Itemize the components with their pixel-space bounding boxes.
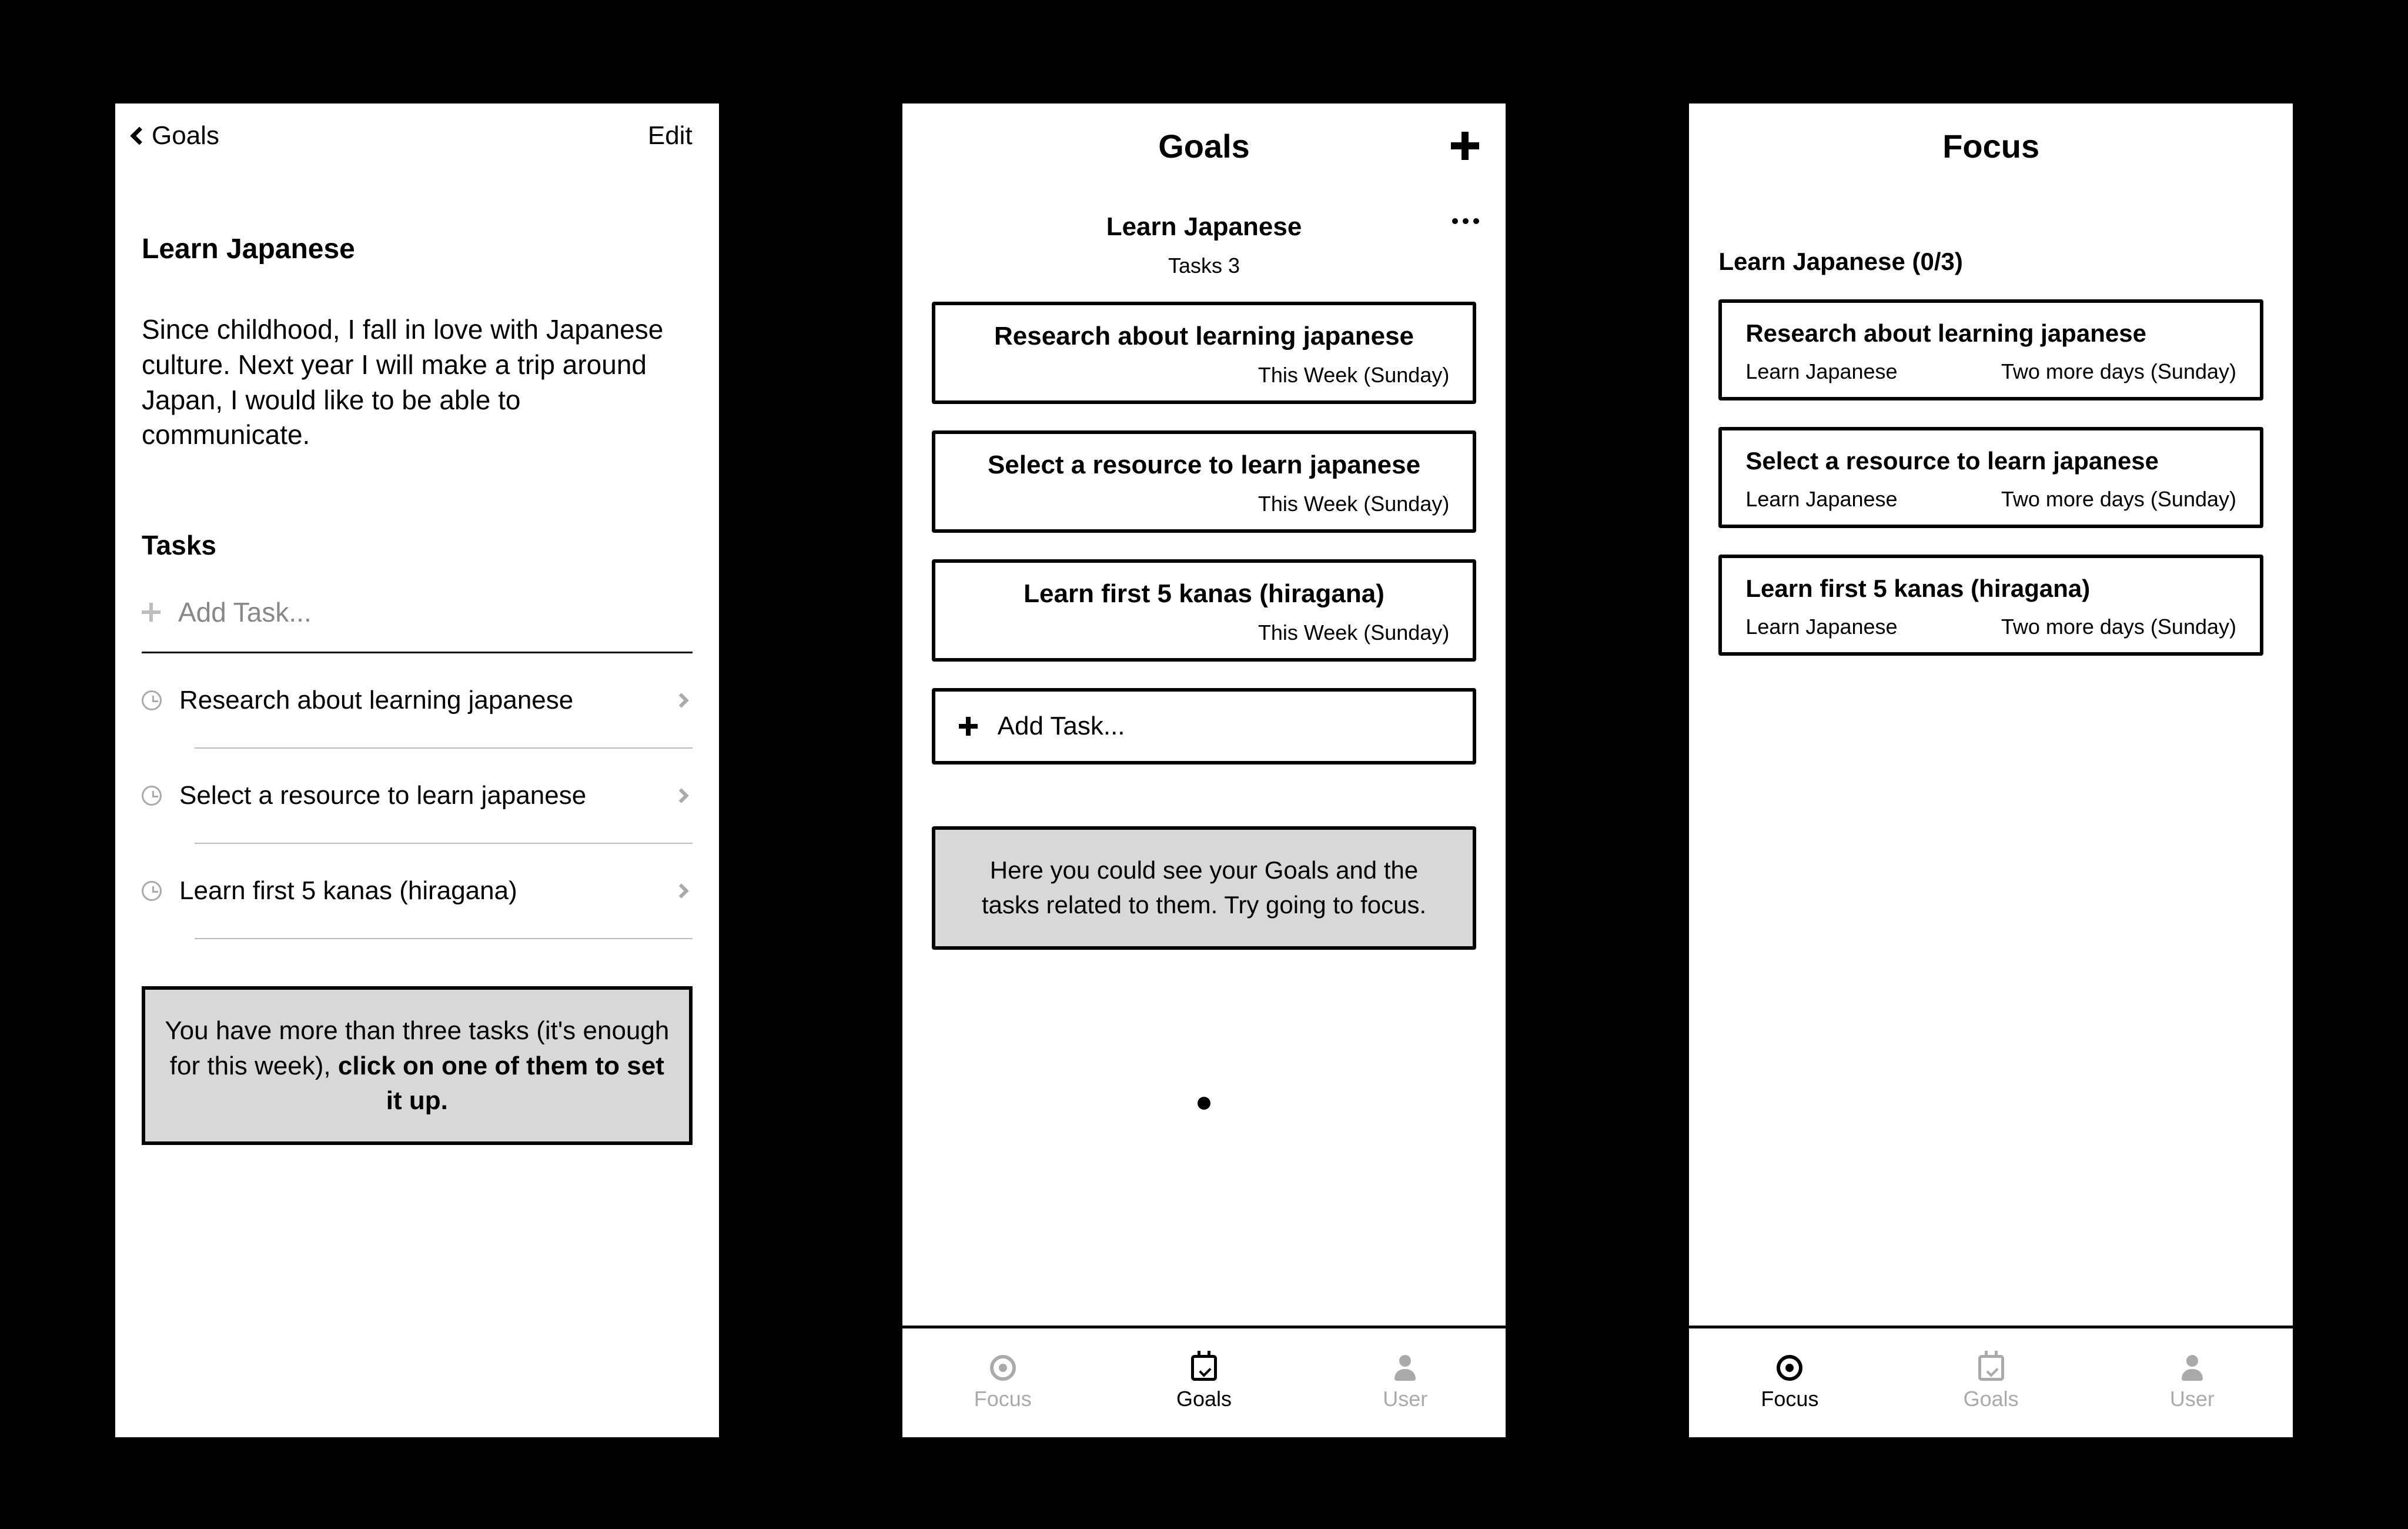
focus-task-card[interactable]: Learn first 5 kanas (hiragana) Learn Jap… — [1718, 555, 2263, 656]
tab-label: Goals — [1964, 1387, 2019, 1411]
goal-name: Learn Japanese — [1106, 212, 1302, 241]
task-count: Tasks 3 — [902, 253, 1506, 278]
clock-icon — [142, 881, 162, 901]
task-label: Select a resource to learn japanese — [179, 781, 658, 810]
focus-screen: Focus Learn Japanese (0/3) Research abou… — [1685, 100, 2296, 1441]
add-task-card[interactable]: Add Task... — [932, 688, 1477, 764]
task-due: Two more days (Sunday) — [2001, 359, 2236, 384]
tab-goals[interactable]: Goals — [1891, 1328, 2092, 1437]
clock-icon — [142, 786, 162, 806]
user-icon — [2179, 1355, 2205, 1381]
task-due: This Week (Sunday) — [959, 620, 1450, 645]
task-title: Select a resource to learn japanese — [1745, 447, 2236, 475]
tab-focus[interactable]: Focus — [902, 1328, 1103, 1437]
tab-goals[interactable]: Goals — [1103, 1328, 1305, 1437]
chevron-right-icon — [674, 693, 688, 707]
task-goal: Learn Japanese — [1745, 487, 1897, 512]
tab-label: Focus — [974, 1387, 1032, 1411]
tasks-heading: Tasks — [142, 529, 693, 561]
add-task-button[interactable]: Add Task... — [142, 585, 693, 653]
screen-header: Focus — [1689, 104, 2293, 189]
page-indicator — [1198, 1097, 1210, 1110]
goal-detail-screen: Goals Edit Learn Japanese Since childhoo… — [112, 100, 723, 1441]
plus-icon — [959, 717, 978, 736]
edit-button[interactable]: Edit — [648, 121, 693, 151]
goals-icon — [1978, 1355, 2004, 1381]
screen-header: Goals — [902, 104, 1506, 189]
task-title: Learn first 5 kanas (hiragana) — [1745, 575, 2236, 603]
goal-name-row: Learn Japanese — [902, 189, 1506, 242]
add-goal-button[interactable] — [1451, 132, 1479, 160]
focus-icon — [1777, 1355, 1802, 1381]
task-row[interactable]: Select a resource to learn japanese — [142, 749, 693, 843]
tip-card: Here you could see your Goals and the ta… — [932, 826, 1477, 950]
tab-bar: Focus Goals User — [902, 1326, 1506, 1437]
goal-progress: Learn Japanese (0/3) — [1689, 189, 2293, 276]
tab-label: User — [1383, 1387, 1427, 1411]
goals-icon — [1191, 1355, 1217, 1381]
goal-title: Learn Japanese — [142, 233, 693, 265]
task-due: This Week (Sunday) — [959, 492, 1450, 516]
task-due: This Week (Sunday) — [959, 363, 1450, 388]
task-due: Two more days (Sunday) — [2001, 615, 2236, 639]
task-label: Research about learning japanese — [179, 686, 658, 715]
task-title: Learn first 5 kanas (hiragana) — [959, 579, 1450, 609]
task-card[interactable]: Research about learning japanese This We… — [932, 302, 1477, 404]
focus-task-card[interactable]: Research about learning japanese Learn J… — [1718, 299, 2263, 400]
chevron-right-icon — [674, 883, 688, 898]
task-card[interactable]: Learn first 5 kanas (hiragana) This Week… — [932, 559, 1477, 662]
tab-label: Goals — [1176, 1387, 1232, 1411]
clock-icon — [142, 690, 162, 710]
task-due: Two more days (Sunday) — [2001, 487, 2236, 512]
tab-user[interactable]: User — [1305, 1328, 1506, 1437]
hint-box: You have more than three tasks (it's eno… — [142, 986, 693, 1145]
task-label: Learn first 5 kanas (hiragana) — [179, 876, 658, 906]
focus-icon — [990, 1355, 1016, 1381]
page-title: Focus — [1942, 128, 2039, 165]
task-title: Research about learning japanese — [1745, 319, 2236, 348]
back-label: Goals — [152, 121, 219, 151]
focus-task-card[interactable]: Select a resource to learn japanese Lear… — [1718, 427, 2263, 528]
goal-description: Since childhood, I fall in love with Jap… — [142, 312, 693, 453]
task-title: Research about learning japanese — [959, 322, 1450, 351]
tab-user[interactable]: User — [2092, 1328, 2293, 1437]
goals-list-screen: Goals Learn Japanese Tasks 3 Research ab… — [899, 100, 1510, 1441]
add-task-label: Add Task... — [998, 712, 1125, 741]
task-title: Select a resource to learn japanese — [959, 450, 1450, 480]
add-task-placeholder: Add Task... — [178, 596, 312, 628]
tab-bar: Focus Goals User — [1689, 1326, 2293, 1437]
chevron-right-icon — [674, 788, 688, 803]
tab-focus[interactable]: Focus — [1689, 1328, 1890, 1437]
task-goal: Learn Japanese — [1745, 359, 1897, 384]
hint-bold: click on one of them to set it up. — [338, 1051, 664, 1115]
task-goal: Learn Japanese — [1745, 615, 1897, 639]
tab-label: User — [2170, 1387, 2215, 1411]
back-button[interactable]: Goals — [133, 121, 219, 151]
task-card[interactable]: Select a resource to learn japanese This… — [932, 430, 1477, 533]
tab-label: Focus — [1761, 1387, 1818, 1411]
task-row[interactable]: Learn first 5 kanas (hiragana) — [142, 844, 693, 938]
user-icon — [1392, 1355, 1418, 1381]
more-menu-button[interactable] — [1452, 218, 1479, 224]
page-title: Goals — [1158, 128, 1250, 165]
chevron-left-icon — [130, 126, 148, 145]
plus-icon — [142, 603, 160, 622]
divider — [195, 938, 693, 939]
task-row[interactable]: Research about learning japanese — [142, 653, 693, 747]
